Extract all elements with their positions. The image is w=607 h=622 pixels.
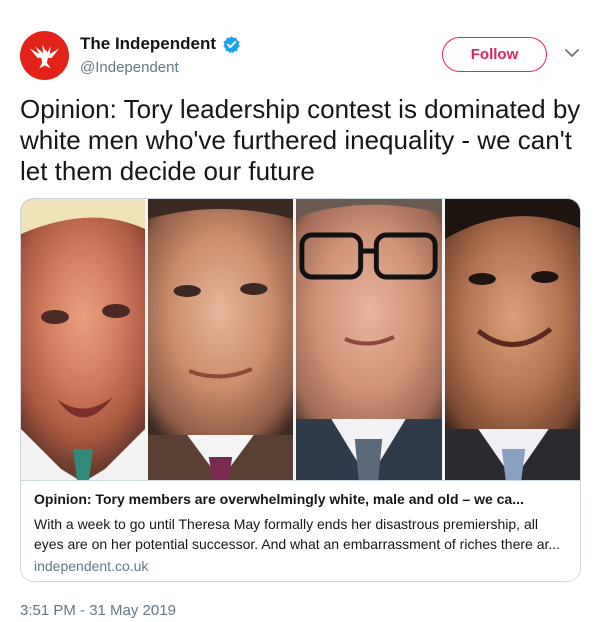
- account-handle[interactable]: @Independent: [80, 59, 179, 76]
- account-name[interactable]: The Independent: [80, 34, 216, 54]
- card-domain: independent.co.uk: [34, 558, 149, 574]
- card-photo-1: [21, 199, 145, 480]
- tweet-timestamp[interactable]: 3:51 PM - 31 May 2019: [20, 602, 176, 619]
- tweet-text: Opinion: Tory leadership contest is domi…: [20, 94, 581, 186]
- avatar[interactable]: [20, 31, 69, 80]
- eagle-icon: [29, 44, 59, 68]
- card-image[interactable]: [21, 199, 580, 480]
- follow-button[interactable]: Follow: [442, 37, 547, 72]
- verified-badge-icon: [223, 35, 240, 53]
- card-body[interactable]: Opinion: Tory members are overwhelmingly…: [21, 480, 580, 581]
- card-photo-3: [293, 199, 442, 480]
- card-description: With a week to go until Theresa May form…: [34, 516, 561, 552]
- chevron-down-icon[interactable]: [563, 44, 581, 62]
- link-card[interactable]: Opinion: Tory members are overwhelmingly…: [20, 198, 581, 582]
- card-photo-4: [442, 199, 580, 480]
- card-title: Opinion: Tory members are overwhelmingly…: [34, 491, 524, 507]
- card-photo-2: [145, 199, 293, 480]
